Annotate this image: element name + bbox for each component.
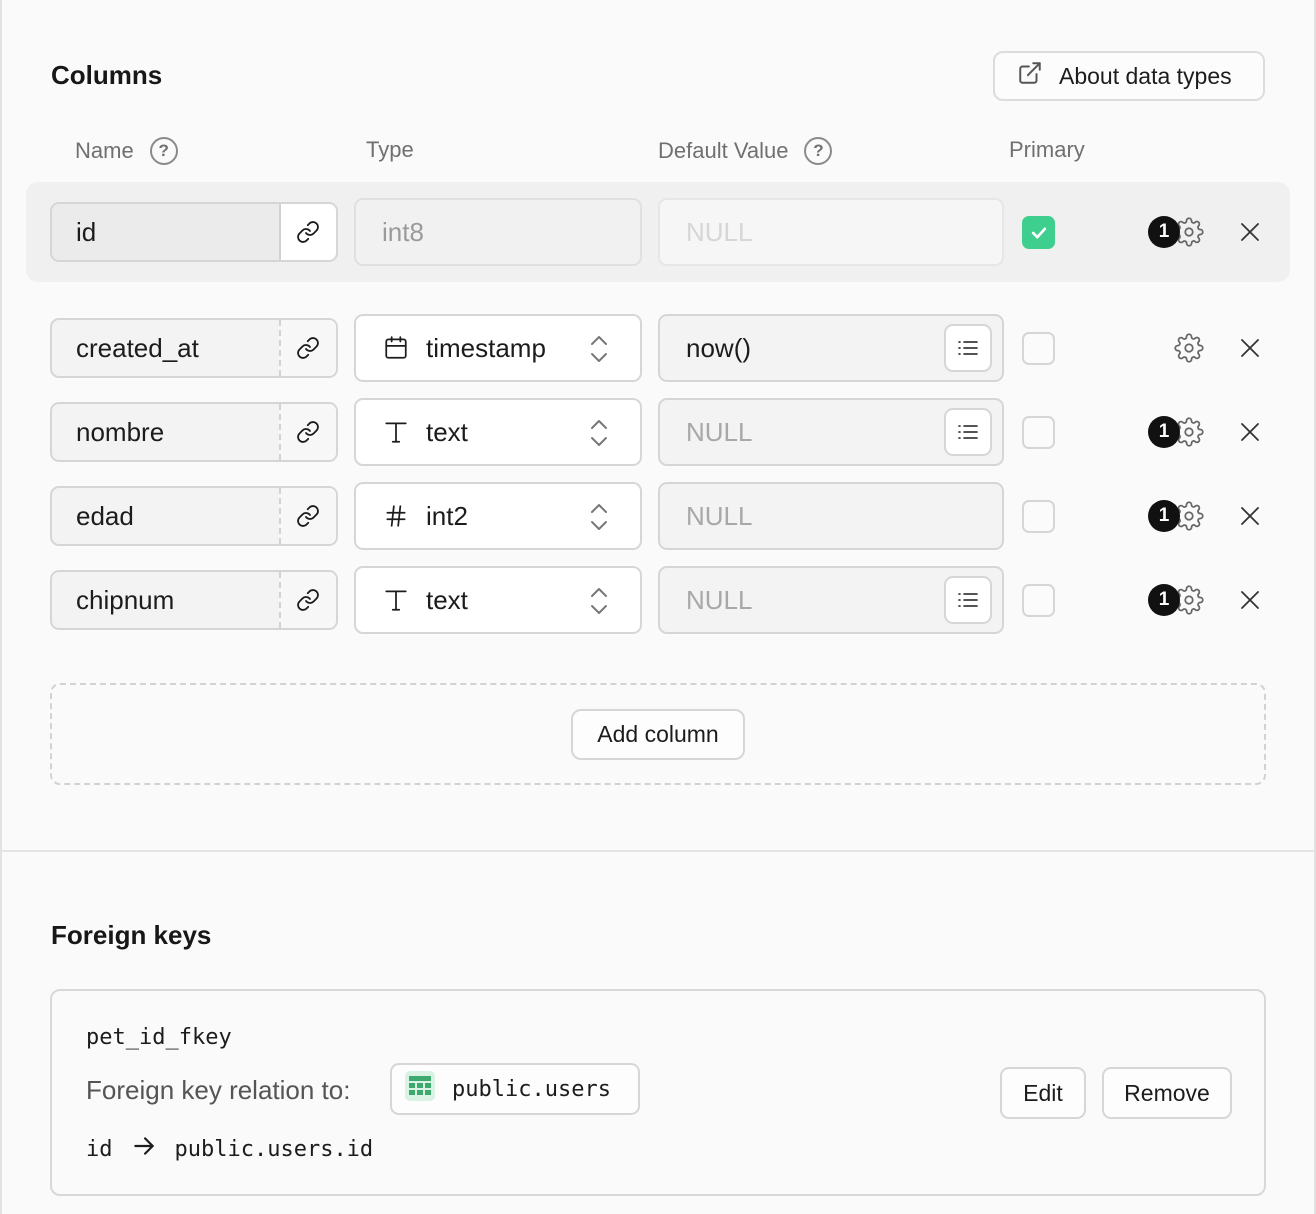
default-value-text: NULL bbox=[686, 584, 753, 615]
chevron-up-down-icon bbox=[588, 585, 610, 624]
text-type-icon bbox=[382, 419, 410, 445]
foreign-key-name: pet_id_fkey bbox=[86, 1025, 232, 1050]
foreign-key-card: pet_id_fkey Foreign key relation to: pub… bbox=[50, 989, 1266, 1196]
constraint-count-badge: 1 bbox=[1148, 500, 1180, 532]
column-row: chipnum text NULL 1 bbox=[0, 566, 1316, 634]
default-value-text: NULL bbox=[686, 216, 753, 247]
text-type-icon bbox=[382, 587, 410, 613]
default-value-field: NULL bbox=[658, 198, 1004, 266]
column-type-value: timestamp bbox=[426, 332, 546, 363]
column-type-select[interactable]: timestamp bbox=[354, 314, 642, 382]
constraint-count-badge: 1 bbox=[1148, 416, 1180, 448]
link-icon[interactable] bbox=[278, 204, 336, 260]
close-icon[interactable] bbox=[1238, 588, 1262, 617]
column-row: created_at timestamp now() bbox=[0, 314, 1316, 382]
primary-key-checkbox[interactable] bbox=[1022, 500, 1055, 533]
edit-foreign-key-button[interactable]: Edit bbox=[1000, 1067, 1086, 1119]
close-icon[interactable] bbox=[1238, 336, 1262, 365]
header-name-label: Name bbox=[75, 138, 134, 163]
foreign-key-target-column: public.users.id bbox=[174, 1136, 374, 1162]
foreign-key-source-column: id bbox=[86, 1136, 113, 1162]
default-value-field[interactable]: NULL bbox=[658, 398, 1004, 466]
chevron-up-down-icon bbox=[588, 417, 610, 456]
columns-section-title: Columns bbox=[51, 60, 163, 90]
default-value-text: now() bbox=[686, 332, 752, 363]
foreign-key-target-table-name: public.users bbox=[452, 1076, 611, 1102]
column-row: edad int2 NULL 1 bbox=[0, 482, 1316, 550]
column-type-value: int2 bbox=[426, 500, 468, 531]
column-type-select: int8 bbox=[354, 198, 642, 266]
primary-key-checkbox[interactable] bbox=[1022, 584, 1055, 617]
gear-icon[interactable] bbox=[1174, 333, 1204, 368]
header-type: Type bbox=[366, 137, 414, 163]
column-type-value: int8 bbox=[382, 216, 424, 247]
link-icon[interactable] bbox=[278, 404, 336, 460]
link-icon[interactable] bbox=[278, 572, 336, 628]
chevron-up-down-icon bbox=[588, 501, 610, 540]
constraint-count-badge: 1 bbox=[1148, 584, 1180, 616]
about-data-types-button[interactable]: About data types bbox=[993, 51, 1265, 101]
list-icon[interactable] bbox=[944, 324, 992, 372]
column-name-value: chipnum bbox=[76, 584, 175, 615]
column-row: nombre text NULL 1 bbox=[0, 398, 1316, 466]
column-row: id int8 NULL 1 bbox=[0, 198, 1316, 266]
column-name-value: edad bbox=[76, 500, 134, 531]
external-link-icon bbox=[1017, 60, 1043, 92]
foreign-key-relation-label: Foreign key relation to: bbox=[86, 1075, 351, 1105]
link-icon[interactable] bbox=[278, 320, 336, 376]
link-icon[interactable] bbox=[278, 488, 336, 544]
close-icon[interactable] bbox=[1238, 420, 1262, 449]
header-name: Name ? bbox=[75, 137, 178, 165]
add-column-button[interactable]: Add column bbox=[571, 709, 745, 760]
arrow-right-icon bbox=[131, 1133, 157, 1165]
list-icon[interactable] bbox=[944, 576, 992, 624]
column-type-select[interactable]: text bbox=[354, 398, 642, 466]
primary-key-checkbox[interactable] bbox=[1022, 332, 1055, 365]
calendar-icon bbox=[382, 335, 410, 361]
chevron-up-down-icon bbox=[588, 333, 610, 372]
default-value-field[interactable]: NULL bbox=[658, 482, 1004, 550]
remove-foreign-key-button[interactable]: Remove bbox=[1102, 1067, 1232, 1119]
header-primary-label: Primary bbox=[1009, 137, 1085, 162]
column-type-value: text bbox=[426, 584, 468, 615]
help-icon[interactable]: ? bbox=[804, 137, 833, 165]
column-name-field[interactable]: created_at bbox=[50, 318, 338, 378]
close-icon[interactable] bbox=[1238, 220, 1262, 249]
header-type-label: Type bbox=[366, 137, 414, 162]
header-default-value-label: Default Value bbox=[658, 138, 789, 163]
column-name-value: created_at bbox=[76, 332, 199, 363]
foreign-key-mapping: id public.users.id bbox=[86, 1133, 373, 1165]
table-icon bbox=[404, 1070, 436, 1108]
default-value-field[interactable]: NULL bbox=[658, 566, 1004, 634]
hash-icon bbox=[382, 503, 410, 529]
foreign-keys-section-title: Foreign keys bbox=[51, 920, 212, 950]
constraint-count-badge: 1 bbox=[1148, 216, 1180, 248]
column-name-field[interactable]: id bbox=[50, 202, 338, 262]
default-value-text: NULL bbox=[686, 416, 753, 447]
section-divider bbox=[0, 850, 1316, 852]
close-icon[interactable] bbox=[1238, 504, 1262, 533]
about-data-types-label: About data types bbox=[1059, 62, 1232, 89]
column-type-select[interactable]: int2 bbox=[354, 482, 642, 550]
column-name-field[interactable]: nombre bbox=[50, 402, 338, 462]
column-name-value: id bbox=[76, 216, 97, 247]
header-default-value: Default Value ? bbox=[658, 137, 833, 165]
default-value-text: NULL bbox=[686, 500, 753, 531]
list-icon[interactable] bbox=[944, 408, 992, 456]
primary-key-checkbox[interactable] bbox=[1022, 416, 1055, 449]
column-type-value: text bbox=[426, 416, 468, 447]
help-icon[interactable]: ? bbox=[149, 137, 178, 165]
default-value-field[interactable]: now() bbox=[658, 314, 1004, 382]
primary-key-checkbox[interactable] bbox=[1022, 216, 1055, 249]
column-name-value: nombre bbox=[76, 416, 165, 447]
foreign-key-target-table[interactable]: public.users bbox=[390, 1063, 640, 1115]
header-primary: Primary bbox=[1009, 137, 1085, 163]
column-type-select[interactable]: text bbox=[354, 566, 642, 634]
column-name-field[interactable]: edad bbox=[50, 486, 338, 546]
column-name-field[interactable]: chipnum bbox=[50, 570, 338, 630]
